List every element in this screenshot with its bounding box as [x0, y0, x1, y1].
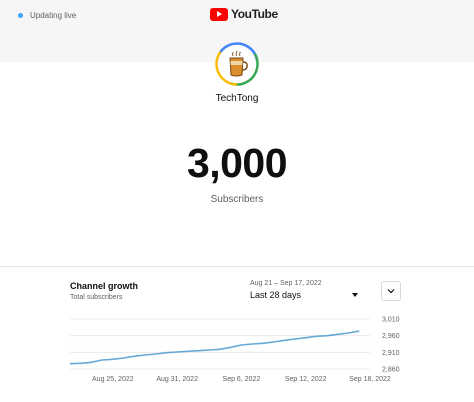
x-tick-label: Sep 18, 2022	[349, 376, 391, 383]
y-tick-label: 2,910	[382, 350, 400, 357]
y-tick-label: 2,960	[382, 333, 400, 340]
channel-growth-card: Channel growth Total subscribers Aug 21 …	[0, 266, 474, 402]
youtube-play-icon	[210, 7, 228, 21]
x-tick-label: Aug 25, 2022	[92, 376, 134, 383]
live-status: Updating live	[18, 8, 76, 22]
x-tick-label: Sep 6, 2022	[223, 376, 261, 383]
youtube-logo[interactable]: YouTube	[210, 7, 278, 21]
youtube-wordmark: YouTube	[231, 7, 278, 21]
growth-chart: 2,860 2,910 2,960 3,010 Aug 25, 2022 Aug 31, …	[69, 317, 400, 383]
channel-avatar[interactable]	[215, 42, 259, 86]
y-tick-label: 2,860	[382, 367, 400, 374]
subscriber-label: Subscribers	[210, 194, 264, 205]
subscriber-count-page: Updating live YouTube TechTong 3,000 Sub…	[0, 0, 474, 402]
x-tick-label: Sep 12, 2022	[285, 376, 327, 383]
live-status-label: Updating live	[30, 10, 77, 20]
y-tick-label: 3,010	[382, 317, 400, 324]
live-indicator-icon	[18, 12, 23, 18]
channel-name: TechTong	[215, 93, 259, 104]
subscriber-count: 3,000	[186, 140, 288, 186]
x-tick-label: Aug 31, 2022	[156, 376, 198, 383]
